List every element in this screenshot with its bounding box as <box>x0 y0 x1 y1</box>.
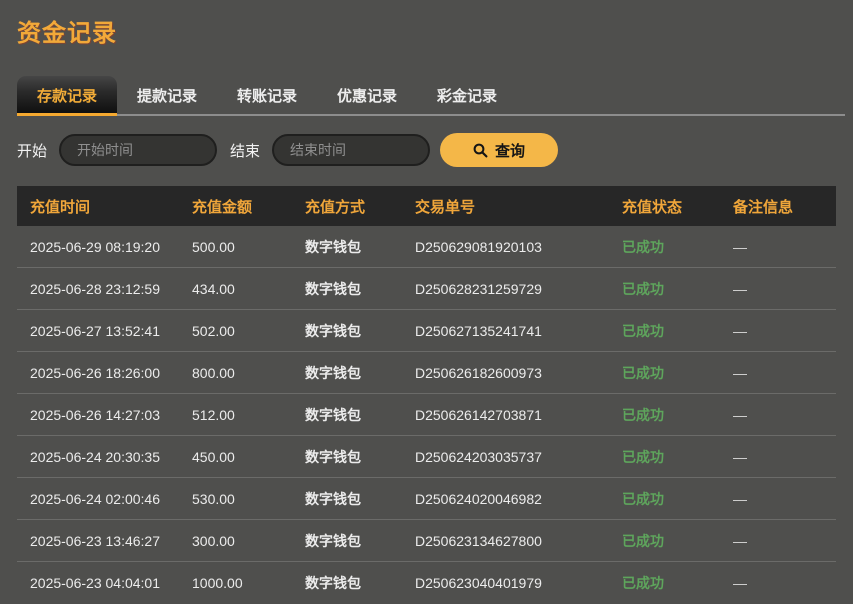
cell-transaction-id: D250626182600973 <box>415 365 622 381</box>
cell-recharge-time: 2025-06-24 02:00:46 <box>30 491 192 507</box>
cell-transaction-id: D250629081920103 <box>415 239 622 255</box>
start-date-label: 开始 <box>17 140 47 161</box>
fund-records-page: 资金记录 存款记录 提款记录 转账记录 优惠记录 彩金记录 开始 结束 查询 充… <box>0 0 853 604</box>
end-date-label: 结束 <box>230 140 260 161</box>
cell-remark: — <box>733 449 836 465</box>
cell-recharge-method: 数字钱包 <box>305 573 415 593</box>
tab-bonus-records[interactable]: 彩金记录 <box>417 76 517 114</box>
cell-recharge-method: 数字钱包 <box>305 279 415 299</box>
col-header-amount: 充值金额 <box>192 196 305 217</box>
search-button[interactable]: 查询 <box>440 133 558 167</box>
cell-remark: — <box>733 281 836 297</box>
cell-recharge-time: 2025-06-24 20:30:35 <box>30 449 192 465</box>
col-header-status: 充值状态 <box>622 196 733 217</box>
cell-status-badge: 已成功 <box>622 531 733 551</box>
cell-status-badge: 已成功 <box>622 447 733 467</box>
table-row: 2025-06-26 18:26:00 800.00 数字钱包 D2506261… <box>17 352 836 394</box>
cell-recharge-time: 2025-06-27 13:52:41 <box>30 323 192 339</box>
cell-recharge-time: 2025-06-28 23:12:59 <box>30 281 192 297</box>
cell-recharge-amount: 512.00 <box>192 407 305 423</box>
cell-recharge-method: 数字钱包 <box>305 531 415 551</box>
cell-remark: — <box>733 365 836 381</box>
tab-transfer-records[interactable]: 转账记录 <box>217 76 317 114</box>
cell-recharge-time: 2025-06-23 04:04:01 <box>30 575 192 591</box>
col-header-txn: 交易单号 <box>415 196 622 217</box>
table-row: 2025-06-24 20:30:35 450.00 数字钱包 D2506242… <box>17 436 836 478</box>
cell-recharge-method: 数字钱包 <box>305 405 415 425</box>
search-icon <box>473 143 488 158</box>
cell-recharge-amount: 800.00 <box>192 365 305 381</box>
col-header-time: 充值时间 <box>30 196 192 217</box>
deposit-records-table: 充值时间 充值金额 充值方式 交易单号 充值状态 备注信息 2025-06-29… <box>17 186 836 604</box>
col-header-method: 充值方式 <box>305 196 415 217</box>
cell-recharge-method: 数字钱包 <box>305 489 415 509</box>
cell-status-badge: 已成功 <box>622 489 733 509</box>
cell-remark: — <box>733 323 836 339</box>
cell-transaction-id: D250623040401979 <box>415 575 622 591</box>
table-row: 2025-06-24 02:00:46 530.00 数字钱包 D2506240… <box>17 478 836 520</box>
table-header: 充值时间 充值金额 充值方式 交易单号 充值状态 备注信息 <box>17 186 836 226</box>
cell-transaction-id: D250626142703871 <box>415 407 622 423</box>
cell-recharge-amount: 502.00 <box>192 323 305 339</box>
cell-status-badge: 已成功 <box>622 237 733 257</box>
cell-remark: — <box>733 407 836 423</box>
cell-remark: — <box>733 533 836 549</box>
cell-recharge-time: 2025-06-26 14:27:03 <box>30 407 192 423</box>
tab-promo-records[interactable]: 优惠记录 <box>317 76 417 114</box>
cell-status-badge: 已成功 <box>622 321 733 341</box>
cell-transaction-id: D250624020046982 <box>415 491 622 507</box>
record-tabs: 存款记录 提款记录 转账记录 优惠记录 彩金记录 <box>17 76 836 114</box>
cell-remark: — <box>733 491 836 507</box>
cell-recharge-amount: 300.00 <box>192 533 305 549</box>
cell-recharge-time: 2025-06-29 08:19:20 <box>30 239 192 255</box>
table-row: 2025-06-26 14:27:03 512.00 数字钱包 D2506261… <box>17 394 836 436</box>
cell-status-badge: 已成功 <box>622 405 733 425</box>
cell-recharge-method: 数字钱包 <box>305 447 415 467</box>
cell-recharge-amount: 434.00 <box>192 281 305 297</box>
start-date-input[interactable] <box>59 134 217 166</box>
page-title: 资金记录 <box>17 0 836 48</box>
cell-transaction-id: D250628231259729 <box>415 281 622 297</box>
cell-recharge-amount: 450.00 <box>192 449 305 465</box>
tab-withdrawal-records[interactable]: 提款记录 <box>117 76 217 114</box>
cell-status-badge: 已成功 <box>622 363 733 383</box>
table-row: 2025-06-23 13:46:27 300.00 数字钱包 D2506231… <box>17 520 836 562</box>
search-button-label: 查询 <box>495 140 525 161</box>
cell-recharge-time: 2025-06-23 13:46:27 <box>30 533 192 549</box>
cell-status-badge: 已成功 <box>622 279 733 299</box>
cell-recharge-method: 数字钱包 <box>305 237 415 257</box>
tabs-divider <box>17 114 845 116</box>
cell-transaction-id: D250624203035737 <box>415 449 622 465</box>
cell-recharge-amount: 530.00 <box>192 491 305 507</box>
table-row: 2025-06-29 08:19:20 500.00 数字钱包 D2506290… <box>17 226 836 268</box>
cell-remark: — <box>733 575 836 591</box>
tab-deposit-records[interactable]: 存款记录 <box>17 76 117 114</box>
cell-recharge-amount: 1000.00 <box>192 575 305 591</box>
cell-recharge-method: 数字钱包 <box>305 321 415 341</box>
cell-transaction-id: D250623134627800 <box>415 533 622 549</box>
active-tab-underline <box>17 113 117 116</box>
table-body: 2025-06-29 08:19:20 500.00 数字钱包 D2506290… <box>17 226 836 604</box>
table-row: 2025-06-27 13:52:41 502.00 数字钱包 D2506271… <box>17 310 836 352</box>
col-header-remark: 备注信息 <box>733 196 836 217</box>
end-date-input[interactable] <box>272 134 430 166</box>
table-row: 2025-06-23 04:04:01 1000.00 数字钱包 D250623… <box>17 562 836 604</box>
date-filter-bar: 开始 结束 查询 <box>17 133 836 167</box>
cell-remark: — <box>733 239 836 255</box>
cell-recharge-amount: 500.00 <box>192 239 305 255</box>
cell-status-badge: 已成功 <box>622 573 733 593</box>
table-row: 2025-06-28 23:12:59 434.00 数字钱包 D2506282… <box>17 268 836 310</box>
cell-recharge-time: 2025-06-26 18:26:00 <box>30 365 192 381</box>
cell-transaction-id: D250627135241741 <box>415 323 622 339</box>
cell-recharge-method: 数字钱包 <box>305 363 415 383</box>
